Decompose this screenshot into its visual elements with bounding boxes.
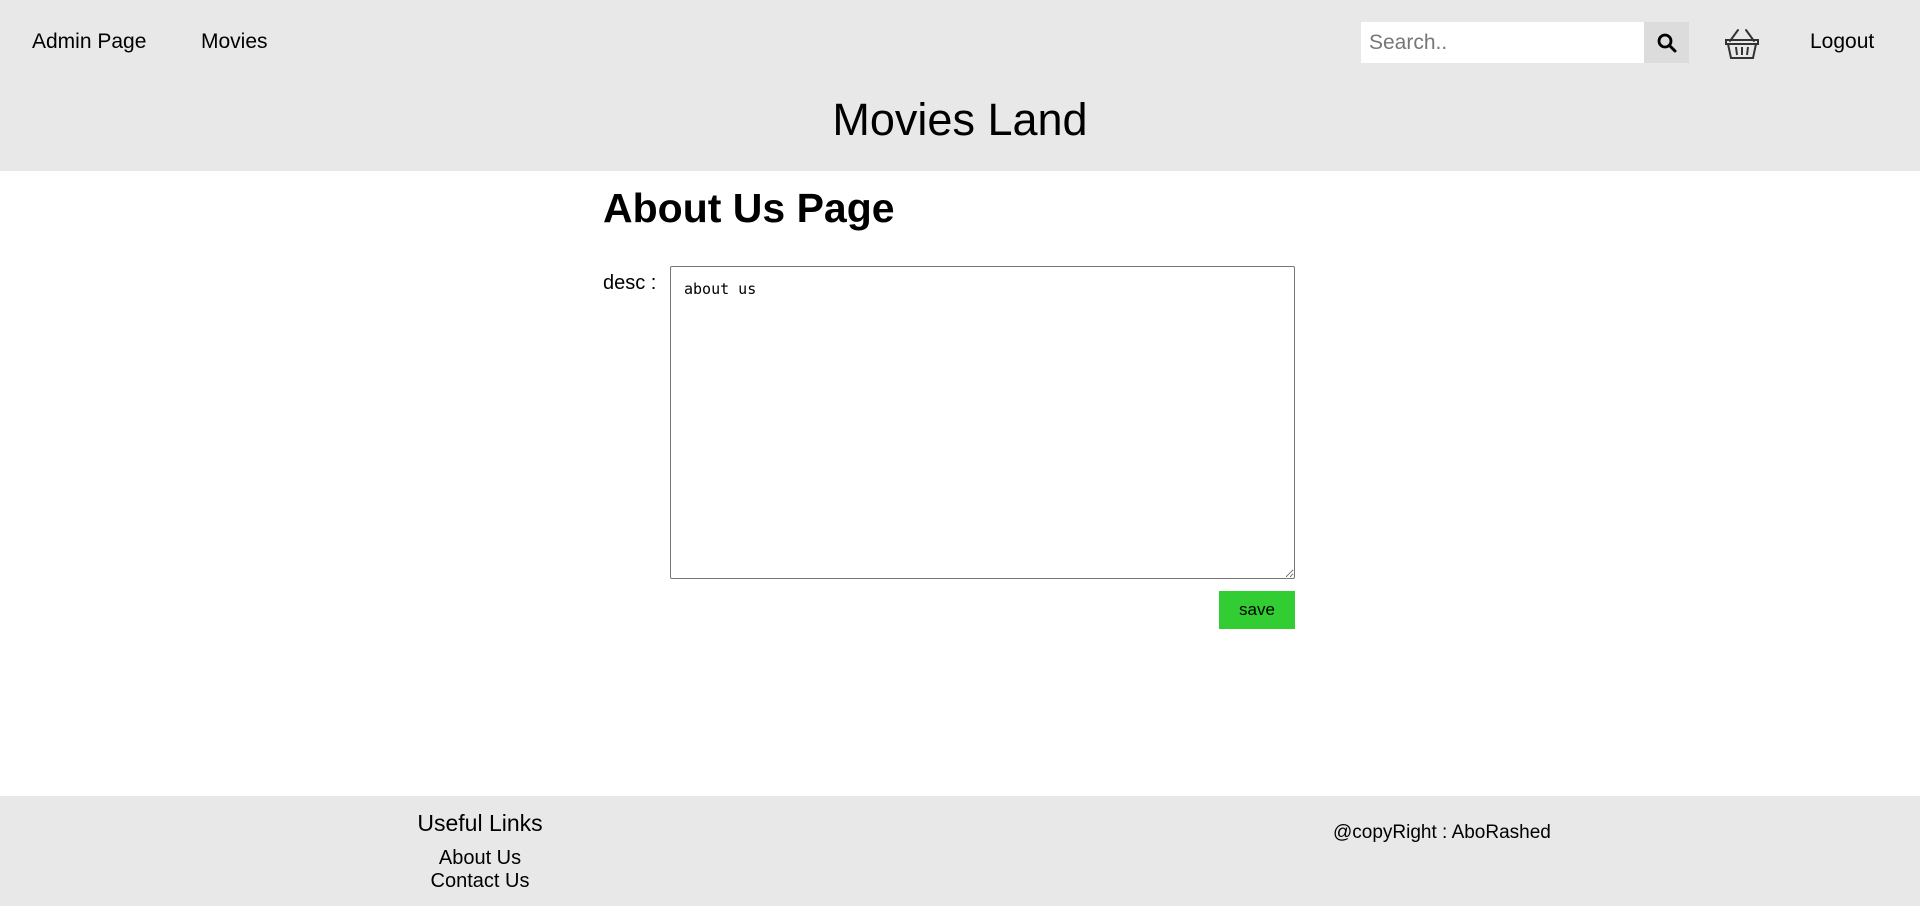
page-title: About Us Page	[603, 185, 895, 231]
site-title: Movies Land	[832, 94, 1088, 145]
nav-movies[interactable]: Movies	[201, 29, 268, 55]
top-bar: Admin Page Movies Logout Movies Land	[0, 0, 1920, 171]
footer-link-about-us[interactable]: About Us	[380, 847, 580, 870]
footer-link-contact-us[interactable]: Contact Us	[380, 870, 580, 893]
cart-button[interactable]	[1724, 27, 1760, 61]
save-button[interactable]: save	[1219, 591, 1295, 629]
basket-icon	[1725, 29, 1759, 59]
search-bar	[1361, 22, 1689, 63]
logout-link[interactable]: Logout	[1810, 29, 1874, 55]
search-button[interactable]	[1644, 22, 1689, 63]
desc-textarea[interactable]: about us	[670, 266, 1295, 579]
search-icon	[1657, 33, 1676, 52]
footer	[0, 796, 1920, 906]
search-input[interactable]	[1361, 22, 1644, 63]
nav-admin-page[interactable]: Admin Page	[32, 29, 146, 55]
desc-label: desc :	[603, 272, 657, 294]
useful-links-title: Useful Links	[417, 810, 543, 836]
copyright-text: @copyRight : AboRashed	[1333, 822, 1551, 843]
